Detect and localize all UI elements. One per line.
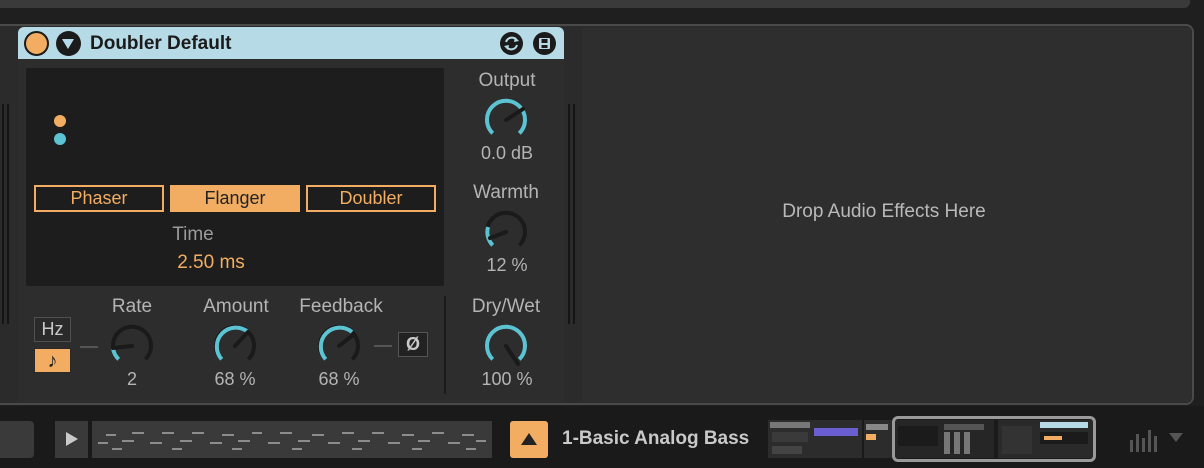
selected-track-name: 1-Basic Analog Bass (562, 428, 750, 449)
section-divider (444, 296, 446, 394)
device-power-button[interactable] (24, 31, 49, 56)
warmth-label: Warmth (473, 182, 539, 203)
amount-label: Amount (203, 296, 269, 317)
rate-value: 2 (126, 369, 137, 389)
clip-overview-strip[interactable] (92, 421, 492, 458)
selected-thumbnail-frame[interactable] (892, 416, 1096, 462)
rate-label: Rate (111, 296, 153, 317)
time-value[interactable]: 2.50 ms (26, 252, 396, 274)
feedback-value: 68 % (318, 369, 360, 389)
drywet-value: 100 % (481, 369, 533, 389)
drywet-knob[interactable] (478, 318, 534, 374)
left-resize-grip[interactable] (2, 104, 10, 324)
drop-zone-label: Drop Audio Effects Here (782, 201, 986, 222)
drywet-label: Dry/Wet (471, 296, 541, 317)
mode-button-phaser[interactable]: Phaser (34, 185, 164, 212)
clip-play-button[interactable] (55, 421, 88, 458)
time-label: Time (172, 224, 214, 245)
hot-swap-icon[interactable] (500, 32, 523, 55)
rate-connector (80, 346, 98, 348)
feedback-knob[interactable] (311, 318, 367, 374)
device-title-bar[interactable]: Doubler Default (18, 27, 564, 59)
warmth-value: 12 % (486, 255, 528, 275)
delay-dot-right (54, 133, 66, 145)
amount-knob[interactable] (207, 318, 263, 374)
mode-button-flanger[interactable]: Flanger (170, 185, 300, 212)
track-expand-button[interactable] (510, 421, 548, 458)
rate-hz-button[interactable]: Hz (34, 317, 71, 342)
rate-knob[interactable] (104, 318, 160, 374)
delay-dot-left (54, 115, 66, 127)
top-panel-edge (0, 0, 1190, 8)
output-label: Output (478, 70, 536, 91)
amount-value: 68 % (214, 369, 256, 389)
output-value: 0.0 dB (480, 143, 534, 163)
left-panel-stub[interactable] (0, 421, 34, 458)
device-title: Doubler Default (90, 33, 232, 54)
feedback-label: Feedback (299, 296, 383, 317)
device-resize-grip[interactable] (568, 104, 576, 324)
rate-sync-note-button[interactable]: ♪ (34, 348, 71, 373)
level-meter-icon[interactable] (1130, 428, 1162, 452)
feedback-phase-invert-button[interactable]: Ø (398, 332, 428, 357)
feedback-connector (374, 345, 392, 347)
mode-button-doubler[interactable]: Doubler (306, 185, 436, 212)
warmth-knob[interactable] (478, 204, 534, 260)
device-collapse-button[interactable] (56, 31, 81, 56)
save-preset-icon[interactable] (533, 32, 556, 55)
output-knob[interactable] (478, 92, 534, 148)
clip-overview-pattern (98, 432, 486, 450)
meter-dropdown-chevron-icon[interactable] (1169, 433, 1183, 442)
